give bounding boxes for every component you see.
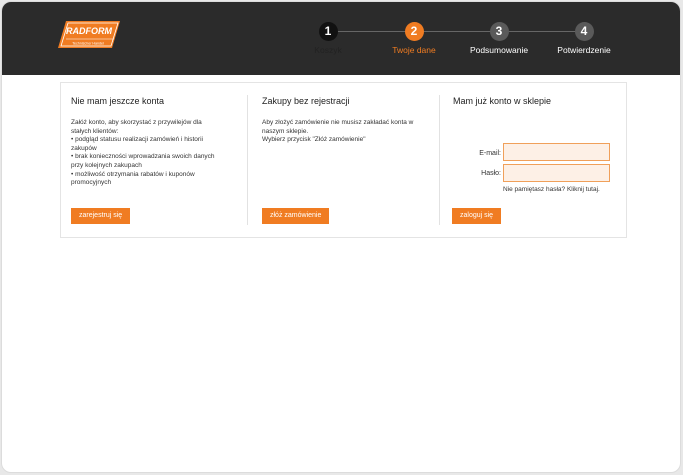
radform-logo[interactable]: RADFORM Technischer Handel — [58, 21, 120, 48]
register-line: zakupów — [71, 144, 97, 152]
step-number: 1 — [318, 22, 338, 41]
register-line: • podgląd statusu realizacji zamówień i … — [71, 136, 203, 144]
step-label: Potwierdzenie — [557, 45, 611, 55]
register-line: stałych klientów: — [71, 127, 119, 135]
step-summary[interactable]: 3 Podsumowanie — [454, 22, 544, 55]
password-label: Hasło: — [481, 170, 501, 177]
guest-line: Aby złożyć zamówienie nie musisz zakłada… — [262, 119, 414, 126]
register-line: promocyjnych — [71, 179, 112, 187]
checkout-options-panel: Nie mam jeszcze konta Załóż konto, aby s… — [60, 82, 627, 238]
place-order-button[interactable]: złóż zamówienie — [262, 208, 330, 224]
browser-frame: RADFORM Technischer Handel 1 Koszyk 2 Tw… — [1, 1, 681, 473]
register-line: • brak konieczności wprowadzania swoich … — [71, 153, 215, 161]
guest-line: Wybierz przycisk "Złóż zamówienie" — [262, 136, 366, 144]
guest-description: Aby złożyć zamówienie nie musisz zakłada… — [262, 119, 413, 145]
step-label: Koszyk — [314, 45, 342, 55]
step-confirmation[interactable]: 4 Potwierdzenie — [539, 22, 629, 55]
step-your-data[interactable]: 2 Twoje dane — [369, 22, 459, 55]
guest-line: naszym sklepie. — [262, 127, 309, 135]
guest-column: Zakupy bez rejestracji Aby złożyć zamówi… — [252, 83, 438, 237]
guest-title: Zakupy bez rejestracji — [262, 96, 350, 106]
register-line: • możliwość otrzymania rabatów i kuponów — [71, 170, 195, 178]
login-title: Mam już konto w sklepie — [453, 96, 552, 106]
register-line: przy kolejnych zakupach — [71, 161, 142, 169]
forgot-password-link[interactable]: Nie pamiętasz hasła? Kliknij tutaj. — [503, 186, 600, 193]
step-label: Twoje dane — [392, 45, 436, 55]
step-cart[interactable]: 1 Koszyk — [283, 22, 373, 55]
column-divider — [439, 95, 440, 225]
logo-brand: RADFORM — [66, 26, 112, 36]
email-input[interactable] — [503, 143, 610, 161]
step-label: Podsumowanie — [469, 45, 529, 55]
column-divider — [247, 95, 248, 225]
step-number: 4 — [574, 22, 594, 41]
step-number: 3 — [489, 22, 509, 41]
logo-tagline: Technischer Handel — [72, 42, 104, 46]
header: RADFORM Technischer Handel 1 Koszyk 2 Tw… — [2, 2, 680, 75]
email-label: E-mail: — [479, 150, 501, 157]
login-button[interactable]: zaloguj się — [452, 208, 502, 224]
login-column: Mam już konto w sklepie E-mail: Hasło: N… — [443, 83, 627, 237]
register-line: Załóż konto, aby skorzystać z przywilejó… — [71, 119, 202, 126]
step-number: 2 — [404, 22, 424, 41]
register-title: Nie mam jeszcze konta — [71, 96, 165, 106]
register-button[interactable]: zarejestruj się — [71, 208, 131, 224]
register-column: Nie mam jeszcze konta Załóż konto, aby s… — [61, 83, 247, 237]
password-input[interactable] — [503, 164, 610, 182]
register-description: Załóż konto, aby skorzystać z przywilejó… — [71, 119, 215, 188]
